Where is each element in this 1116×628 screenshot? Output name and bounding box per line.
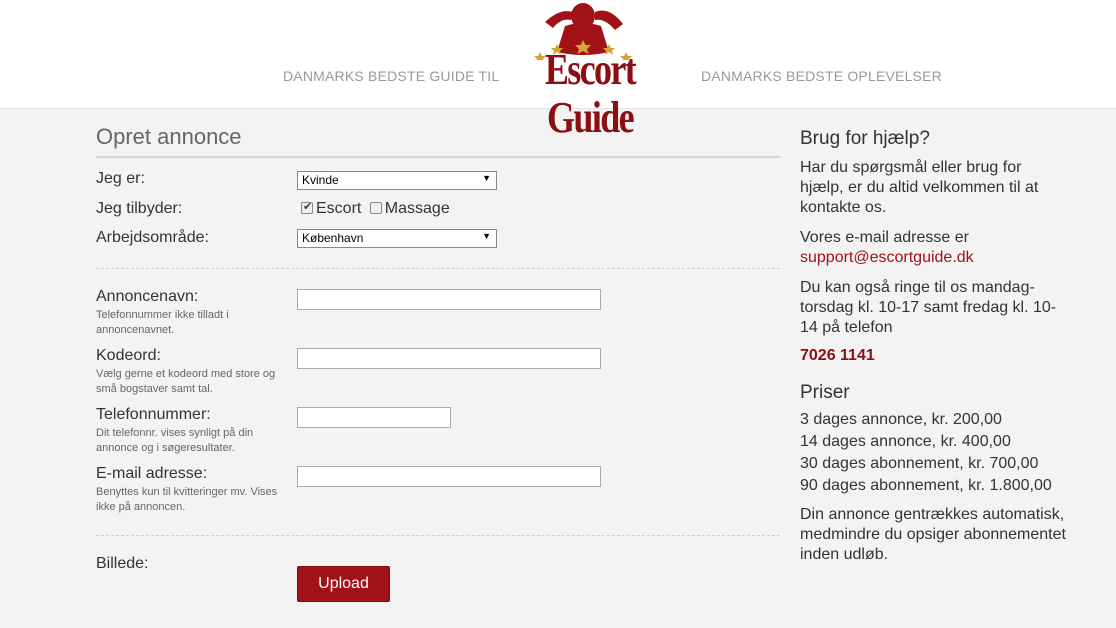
support-email-link[interactable]: support@escortguide.dk <box>800 248 1080 268</box>
tilbyder-label: Jeg tilbyder: <box>96 200 183 217</box>
site-logo[interactable]: Escort Guide <box>505 0 675 142</box>
phone-intro: Du kan også ringe til os mandag-torsdag … <box>800 279 1057 336</box>
price-list: 3 dages annonce, kr. 200,00 14 dages ann… <box>800 409 1080 497</box>
site-header: DANMARKS BEDSTE GUIDE TIL Escort Guide D… <box>0 0 1116 142</box>
email-label: E-mail adresse: <box>96 465 208 482</box>
jeg-er-select[interactable]: Kvinde ▼ <box>297 171 497 190</box>
kodeord-input[interactable] <box>297 348 601 369</box>
divider <box>96 535 780 536</box>
omraade-select[interactable]: København ▼ <box>297 229 497 248</box>
help-section: Brug for hjælp? Har du spørgsmål eller b… <box>800 129 1080 366</box>
kodeord-hint: Vælg gerne et kodeord med store og små b… <box>96 368 276 395</box>
chevron-down-icon: ▼ <box>482 231 491 241</box>
email-input[interactable] <box>297 466 601 487</box>
kodeord-label: Kodeord: <box>96 347 161 364</box>
omraade-label: Arbejdsområde: <box>96 229 209 246</box>
tagline-right: DANMARKS BEDSTE OPLEVELSER <box>701 68 942 84</box>
email-hint: Benyttes kun til kvitteringer mv. Vises … <box>96 486 278 513</box>
chevron-down-icon: ▼ <box>482 173 491 183</box>
massage-checkbox[interactable] <box>369 202 382 214</box>
help-title: Brug for hjælp? <box>800 128 930 149</box>
prices-title: Priser <box>800 382 850 403</box>
jeg-er-value: Kvinde <box>302 173 339 187</box>
price-item: 30 dages abonnement, kr. 700,00 <box>800 455 1039 472</box>
prices-section: Priser 3 dages annonce, kr. 200,00 14 da… <box>800 383 1080 565</box>
tagline-left: DANMARKS BEDSTE GUIDE TIL <box>283 68 500 84</box>
telefonnummer-label: Telefonnummer: <box>96 406 211 423</box>
page-title: Opret annonce <box>96 124 780 158</box>
upload-button[interactable]: Upload <box>297 566 390 602</box>
telefonnummer-hint: Dit telefonnr. vises synligt på din anno… <box>96 427 254 454</box>
omraade-value: København <box>302 231 364 245</box>
tilbyder-checkboxes: Escort Massage <box>301 200 450 218</box>
help-text: Har du spørgsmål eller brug for hjælp, e… <box>800 159 1039 216</box>
divider <box>96 268 780 269</box>
annoncenavn-hint: Telefonnummer ikke tilladt i annoncenavn… <box>96 309 229 336</box>
email-intro: Vores e-mail adresse er <box>800 229 969 246</box>
price-item: 90 dages abonnement, kr. 1.800,00 <box>800 477 1052 494</box>
billede-label: Billede: <box>96 555 149 572</box>
massage-label: Massage <box>384 200 450 217</box>
escort-label: Escort <box>316 200 362 217</box>
support-phone[interactable]: 7026 1141 <box>800 346 1080 366</box>
telefonnummer-input[interactable] <box>297 407 451 428</box>
renew-text: Din annonce gentrækkes automatisk, medmi… <box>800 506 1066 563</box>
annoncenavn-label: Annoncenavn: <box>96 288 199 305</box>
price-item: 14 dages annonce, kr. 400,00 <box>800 433 1011 450</box>
escort-checkbox[interactable] <box>301 200 313 214</box>
jeg-er-label: Jeg er: <box>96 170 145 187</box>
annoncenavn-input[interactable] <box>297 289 601 310</box>
price-item: 3 dages annonce, kr. 200,00 <box>800 411 1002 428</box>
